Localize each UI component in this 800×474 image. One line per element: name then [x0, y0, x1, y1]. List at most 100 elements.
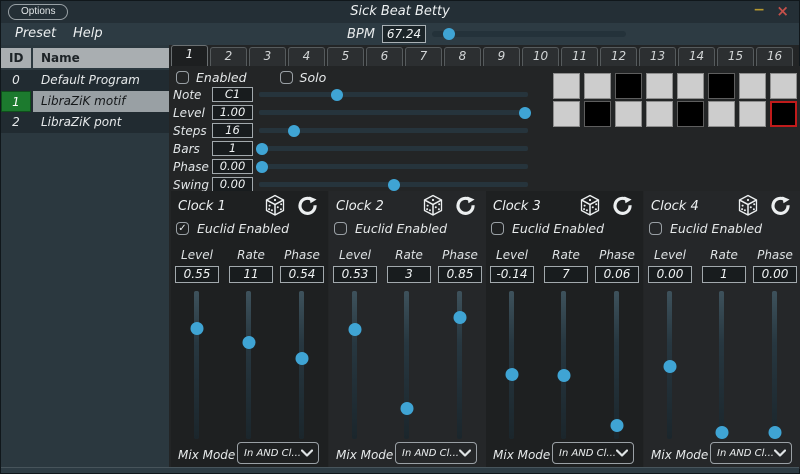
euclid-checkbox[interactable]: ✓ [176, 222, 189, 235]
param-slider[interactable] [259, 146, 528, 151]
mix-mode-dropdown[interactable]: In AND Cl... [395, 442, 477, 464]
level-value-field[interactable]: -0.14 [490, 266, 534, 283]
tab-5[interactable]: 5 [327, 47, 364, 66]
param-value-field[interactable]: 0.00 [212, 177, 253, 192]
rate-value-field[interactable]: 1 [702, 266, 746, 283]
phase-slider[interactable] [614, 291, 619, 439]
level-slider[interactable] [667, 291, 672, 439]
level-value-field[interactable]: 0.55 [175, 266, 219, 283]
level-slider[interactable] [509, 291, 514, 439]
param-value-field[interactable]: 1.00 [212, 105, 253, 120]
bpm-value-field[interactable]: 67.24 [382, 25, 426, 43]
program-row-1[interactable]: 1LibraZiK motif [1, 91, 169, 112]
slider-handle[interactable] [610, 419, 623, 432]
tab-3[interactable]: 3 [249, 47, 286, 66]
reset-rotate-icon[interactable] [770, 195, 791, 221]
slider-handle[interactable] [453, 311, 466, 324]
rate-value-field[interactable]: 7 [544, 266, 588, 283]
menu-help[interactable]: Help [73, 26, 103, 41]
step-cell-14[interactable] [708, 101, 735, 127]
rate-slider[interactable] [719, 291, 724, 439]
euclid-checkbox[interactable] [334, 222, 347, 235]
reset-rotate-icon[interactable] [455, 195, 476, 221]
step-cell-5[interactable] [677, 73, 704, 99]
param-slider[interactable] [259, 128, 528, 133]
step-cell-1[interactable] [553, 73, 580, 99]
tab-13[interactable]: 13 [639, 47, 676, 66]
rate-value-field[interactable]: 3 [387, 266, 431, 283]
param-value-field[interactable]: C1 [212, 87, 253, 102]
tab-8[interactable]: 8 [444, 47, 481, 66]
menu-preset[interactable]: Preset [15, 26, 56, 41]
step-cell-6[interactable] [708, 73, 735, 99]
param-slider[interactable] [259, 182, 528, 187]
step-cell-15[interactable] [739, 101, 766, 127]
phase-value-field[interactable]: 0.85 [438, 266, 482, 283]
tab-15[interactable]: 15 [717, 47, 754, 66]
rate-slider[interactable] [561, 291, 566, 439]
step-cell-3[interactable] [615, 73, 642, 99]
dice-icon[interactable] [263, 193, 287, 222]
level-value-field[interactable]: 0.00 [648, 266, 692, 283]
tab-12[interactable]: 12 [600, 47, 637, 66]
slider-handle[interactable] [505, 368, 518, 381]
tab-11[interactable]: 11 [561, 47, 598, 66]
tab-6[interactable]: 6 [366, 47, 403, 66]
euclid-checkbox[interactable] [491, 222, 504, 235]
tab-9[interactable]: 9 [483, 47, 520, 66]
slider-handle[interactable] [242, 336, 255, 349]
mix-mode-dropdown[interactable]: In AND Cl... [552, 442, 634, 464]
dice-icon[interactable] [421, 193, 445, 222]
phase-slider[interactable] [299, 291, 304, 439]
phase-slider[interactable] [772, 291, 777, 439]
tab-10[interactable]: 10 [522, 47, 559, 66]
rate-value-field[interactable]: 11 [229, 266, 273, 283]
tab-2[interactable]: 2 [210, 47, 247, 66]
level-slider[interactable] [352, 291, 357, 439]
param-slider[interactable] [259, 110, 528, 115]
step-cell-16[interactable] [770, 101, 797, 127]
phase-value-field[interactable]: 0.06 [595, 266, 639, 283]
euclid-checkbox[interactable] [649, 222, 662, 235]
enabled-checkbox[interactable] [176, 71, 189, 84]
slider-handle[interactable] [190, 322, 203, 335]
level-value-field[interactable]: 0.53 [333, 266, 377, 283]
param-value-field[interactable]: 16 [212, 123, 253, 138]
slider-handle[interactable] [715, 426, 728, 439]
phase-slider[interactable] [457, 291, 462, 439]
phase-value-field[interactable]: 0.54 [280, 266, 324, 283]
slider-handle[interactable] [400, 402, 413, 415]
slider-handle[interactable] [768, 426, 781, 439]
tab-16[interactable]: 16 [756, 47, 793, 66]
slider-handle[interactable] [348, 323, 361, 336]
tab-14[interactable]: 14 [678, 47, 715, 66]
step-cell-13[interactable] [677, 101, 704, 127]
dice-icon[interactable] [578, 193, 602, 222]
rate-slider[interactable] [246, 291, 251, 439]
slider-handle[interactable] [519, 107, 531, 119]
slider-handle[interactable] [663, 360, 676, 373]
program-row-2[interactable]: 2LibraZiK pont [1, 112, 169, 133]
slider-handle[interactable] [256, 143, 268, 155]
step-cell-2[interactable] [584, 73, 611, 99]
mix-mode-dropdown[interactable]: In AND Cl... [237, 442, 319, 464]
step-cell-8[interactable] [770, 73, 797, 99]
solo-checkbox[interactable] [280, 71, 293, 84]
step-cell-9[interactable] [553, 101, 580, 127]
minimize-icon[interactable]: − [753, 2, 765, 18]
tab-7[interactable]: 7 [405, 47, 442, 66]
slider-handle[interactable] [256, 161, 268, 173]
rate-slider[interactable] [404, 291, 409, 439]
close-icon[interactable]: × [776, 2, 789, 20]
reset-rotate-icon[interactable] [297, 195, 318, 221]
dice-icon[interactable] [736, 193, 760, 222]
phase-value-field[interactable]: 0.00 [753, 266, 797, 283]
param-slider[interactable] [259, 92, 528, 97]
level-slider[interactable] [194, 291, 199, 439]
slider-handle[interactable] [331, 89, 343, 101]
param-value-field[interactable]: 1 [212, 141, 253, 156]
tab-4[interactable]: 4 [288, 47, 325, 66]
tab-1[interactable]: 1 [171, 45, 208, 66]
step-cell-11[interactable] [615, 101, 642, 127]
bpm-slider-handle[interactable] [443, 28, 455, 40]
